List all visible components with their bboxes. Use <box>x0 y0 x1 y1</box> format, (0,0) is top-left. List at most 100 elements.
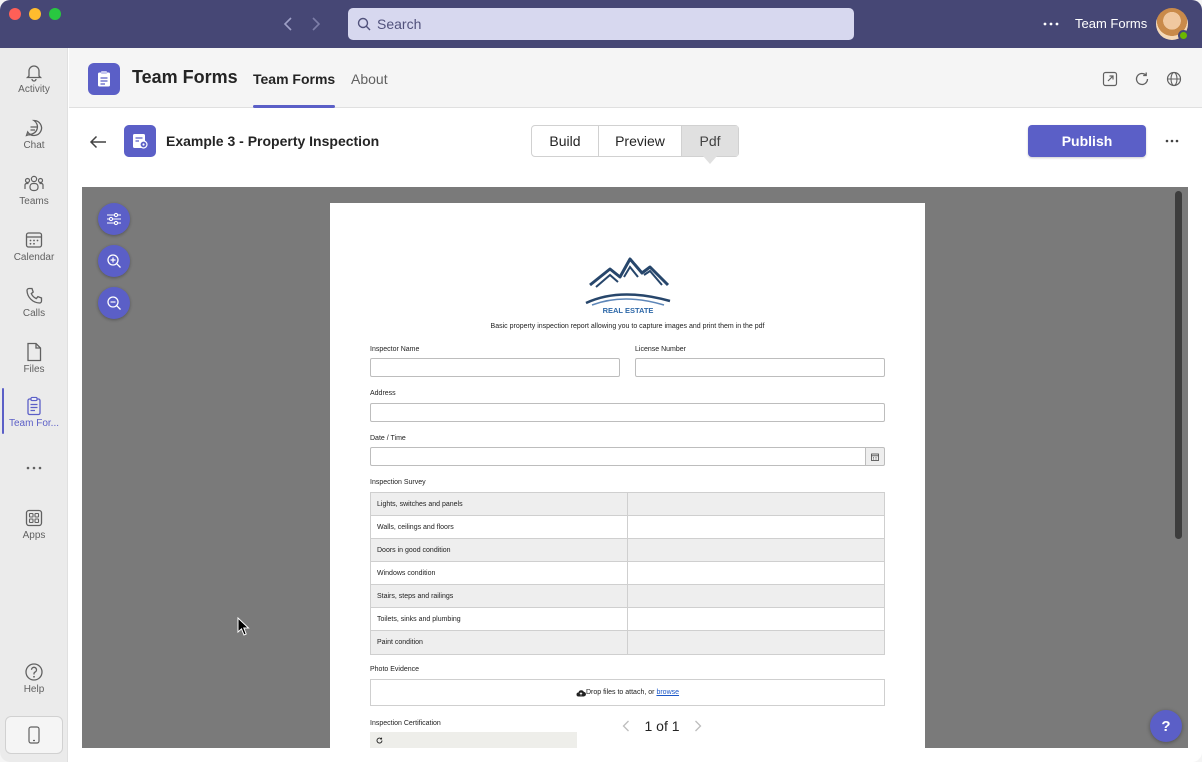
survey-answer[interactable] <box>628 493 884 515</box>
rail-item-calls[interactable]: Calls <box>0 276 68 328</box>
inspector-name-field[interactable] <box>370 358 620 377</box>
tab-about[interactable]: About <box>351 71 388 87</box>
more-horizontal-icon <box>26 466 42 470</box>
rail-item-teams[interactable]: Teams <box>0 164 68 216</box>
survey-question: Stairs, steps and railings <box>371 585 628 607</box>
survey-answer[interactable] <box>628 539 884 561</box>
file-icon <box>27 342 42 361</box>
rail-label: Chat <box>23 139 45 151</box>
more-horizontal-icon <box>1043 22 1059 26</box>
back-button[interactable] <box>87 131 109 153</box>
date-picker-button[interactable] <box>865 447 885 466</box>
presence-status-icon <box>1178 30 1189 41</box>
sliders-icon <box>107 212 121 226</box>
chevron-left-icon <box>283 17 292 31</box>
org-name: Team Forms <box>1075 16 1148 31</box>
apps-icon <box>25 509 43 526</box>
close-window-button[interactable] <box>9 8 21 20</box>
license-number-label: License Number <box>635 346 686 353</box>
table-row: Lights, switches and panels <box>371 493 884 516</box>
publish-button[interactable]: Publish <box>1028 125 1146 157</box>
open-in-browser-button[interactable] <box>1164 69 1184 89</box>
avatar[interactable] <box>1156 8 1189 41</box>
rail-label: Files <box>23 363 45 375</box>
chevron-right-icon <box>312 17 321 31</box>
globe-icon <box>1166 71 1182 87</box>
page-indicator: 1 of 1 <box>644 718 680 734</box>
inspection-certification-label: Inspection Certification <box>370 720 441 727</box>
pop-out-button[interactable] <box>1100 69 1120 89</box>
survey-answer[interactable] <box>628 608 884 630</box>
table-row: Toilets, sinks and plumbing <box>371 608 884 631</box>
refresh-icon <box>376 737 383 743</box>
app-title: Team Forms <box>132 67 238 87</box>
dropzone-text: Drop files to attach, or <box>585 689 655 696</box>
pdf-viewer: REAL ESTATE Basic property inspection re… <box>82 187 1188 748</box>
app-rail: Activity Chat Teams Calendar Calls Files… <box>0 48 68 762</box>
browse-link[interactable]: browse <box>656 689 679 696</box>
chat-icon <box>25 119 43 137</box>
address-field[interactable] <box>370 403 885 422</box>
more-options-button[interactable] <box>1040 14 1062 34</box>
rail-item-calendar[interactable]: Calendar <box>0 220 68 272</box>
chevron-right-icon[interactable] <box>694 720 702 732</box>
bell-icon <box>25 64 43 82</box>
rail-item-apps[interactable]: Apps <box>0 498 68 550</box>
forward-nav-button[interactable] <box>306 12 326 36</box>
pdf-settings-button[interactable] <box>98 203 130 235</box>
rail-item-help[interactable]: Help <box>0 652 68 704</box>
active-tab-indicator <box>253 105 335 108</box>
zoom-out-icon <box>107 296 121 310</box>
form-settings-icon <box>133 134 148 149</box>
rail-item-chat[interactable]: Chat <box>0 108 68 160</box>
build-mode-button[interactable]: Build <box>532 126 599 156</box>
search-input[interactable]: Search <box>348 8 854 40</box>
mobile-device-button[interactable] <box>5 716 63 754</box>
viewer-scrollbar[interactable] <box>1175 191 1182 539</box>
table-row: Doors in good condition <box>371 539 884 562</box>
photo-evidence-label: Photo Evidence <box>370 666 420 673</box>
calendar-icon <box>871 453 879 461</box>
form-toolbar: Example 3 - Property Inspection Build Pr… <box>69 109 1202 187</box>
survey-answer[interactable] <box>628 562 884 584</box>
search-icon <box>357 17 371 31</box>
license-number-field[interactable] <box>635 358 885 377</box>
tab-team-forms[interactable]: Team Forms <box>253 71 335 87</box>
more-apps-button[interactable] <box>24 458 44 478</box>
form-more-options-button[interactable] <box>1162 131 1182 151</box>
logo-text: REAL ESTATE <box>603 306 654 315</box>
photo-dropzone[interactable]: Drop files to attach, or browse <box>370 679 885 706</box>
maximize-window-button[interactable] <box>49 8 61 20</box>
pop-out-icon <box>1102 71 1118 87</box>
zoom-out-button[interactable] <box>98 287 130 319</box>
form-icon <box>124 125 156 157</box>
rail-item-files[interactable]: Files <box>0 332 68 384</box>
survey-answer[interactable] <box>628 631 884 654</box>
more-horizontal-icon <box>1165 139 1179 143</box>
chevron-left-icon[interactable] <box>622 720 630 732</box>
survey-answer[interactable] <box>628 585 884 607</box>
signature-field[interactable] <box>370 732 577 748</box>
address-label: Address <box>370 390 396 397</box>
app-logo <box>88 63 120 95</box>
teams-window: Search Team Forms Activity Chat Teams Ca… <box>0 0 1202 762</box>
rail-label: Team For... <box>8 417 59 429</box>
back-nav-button[interactable] <box>278 12 298 36</box>
rail-item-activity[interactable]: Activity <box>0 52 68 104</box>
rail-item-team-forms[interactable]: Team For... <box>0 386 68 438</box>
survey-answer[interactable] <box>628 516 884 538</box>
survey-question: Paint condition <box>371 631 628 654</box>
pdf-page: REAL ESTATE Basic property inspection re… <box>330 203 925 748</box>
mobile-phone-icon <box>28 726 40 744</box>
refresh-icon <box>1135 72 1149 86</box>
pdf-mode-button[interactable]: Pdf <box>682 126 738 164</box>
form-description: Basic property inspection report allowin… <box>490 323 765 330</box>
mouse-pointer-icon <box>237 617 250 636</box>
refresh-button[interactable] <box>1132 69 1152 89</box>
zoom-in-button[interactable] <box>98 245 130 277</box>
date-time-field[interactable] <box>370 447 866 466</box>
survey-question: Walls, ceilings and floors <box>371 516 628 538</box>
minimize-window-button[interactable] <box>29 8 41 20</box>
help-button[interactable]: ? <box>1150 710 1182 742</box>
preview-mode-button[interactable]: Preview <box>599 126 682 156</box>
